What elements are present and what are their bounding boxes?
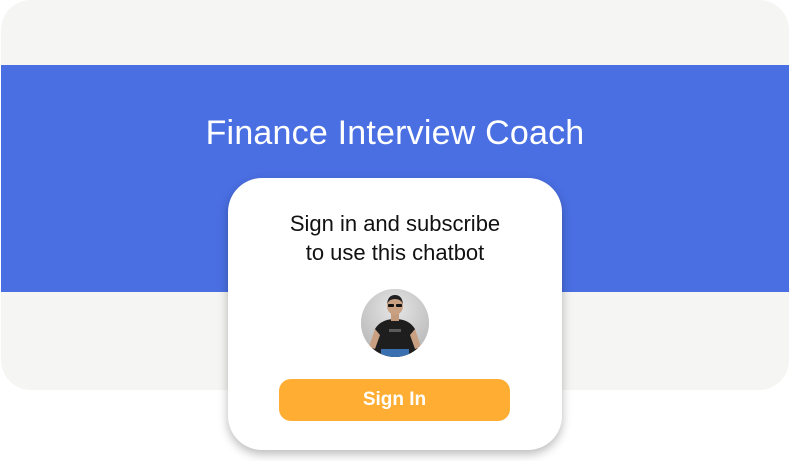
avatar: [361, 289, 429, 357]
sign-in-button[interactable]: Sign In: [279, 379, 510, 421]
signin-message-line-1: Sign in and subscribe: [289, 211, 501, 236]
app-title: Finance Interview Coach: [205, 114, 585, 152]
page-frame: Finance Interview Coach Sign in and subs…: [0, 0, 790, 461]
signin-card: Sign in and subscribe to use this chatbo…: [228, 178, 562, 450]
avatar-photo: [361, 289, 429, 357]
signin-message: Sign in and subscribe to use this chatbo…: [228, 209, 562, 267]
signin-message-line-2: to use this chatbot: [305, 240, 485, 265]
